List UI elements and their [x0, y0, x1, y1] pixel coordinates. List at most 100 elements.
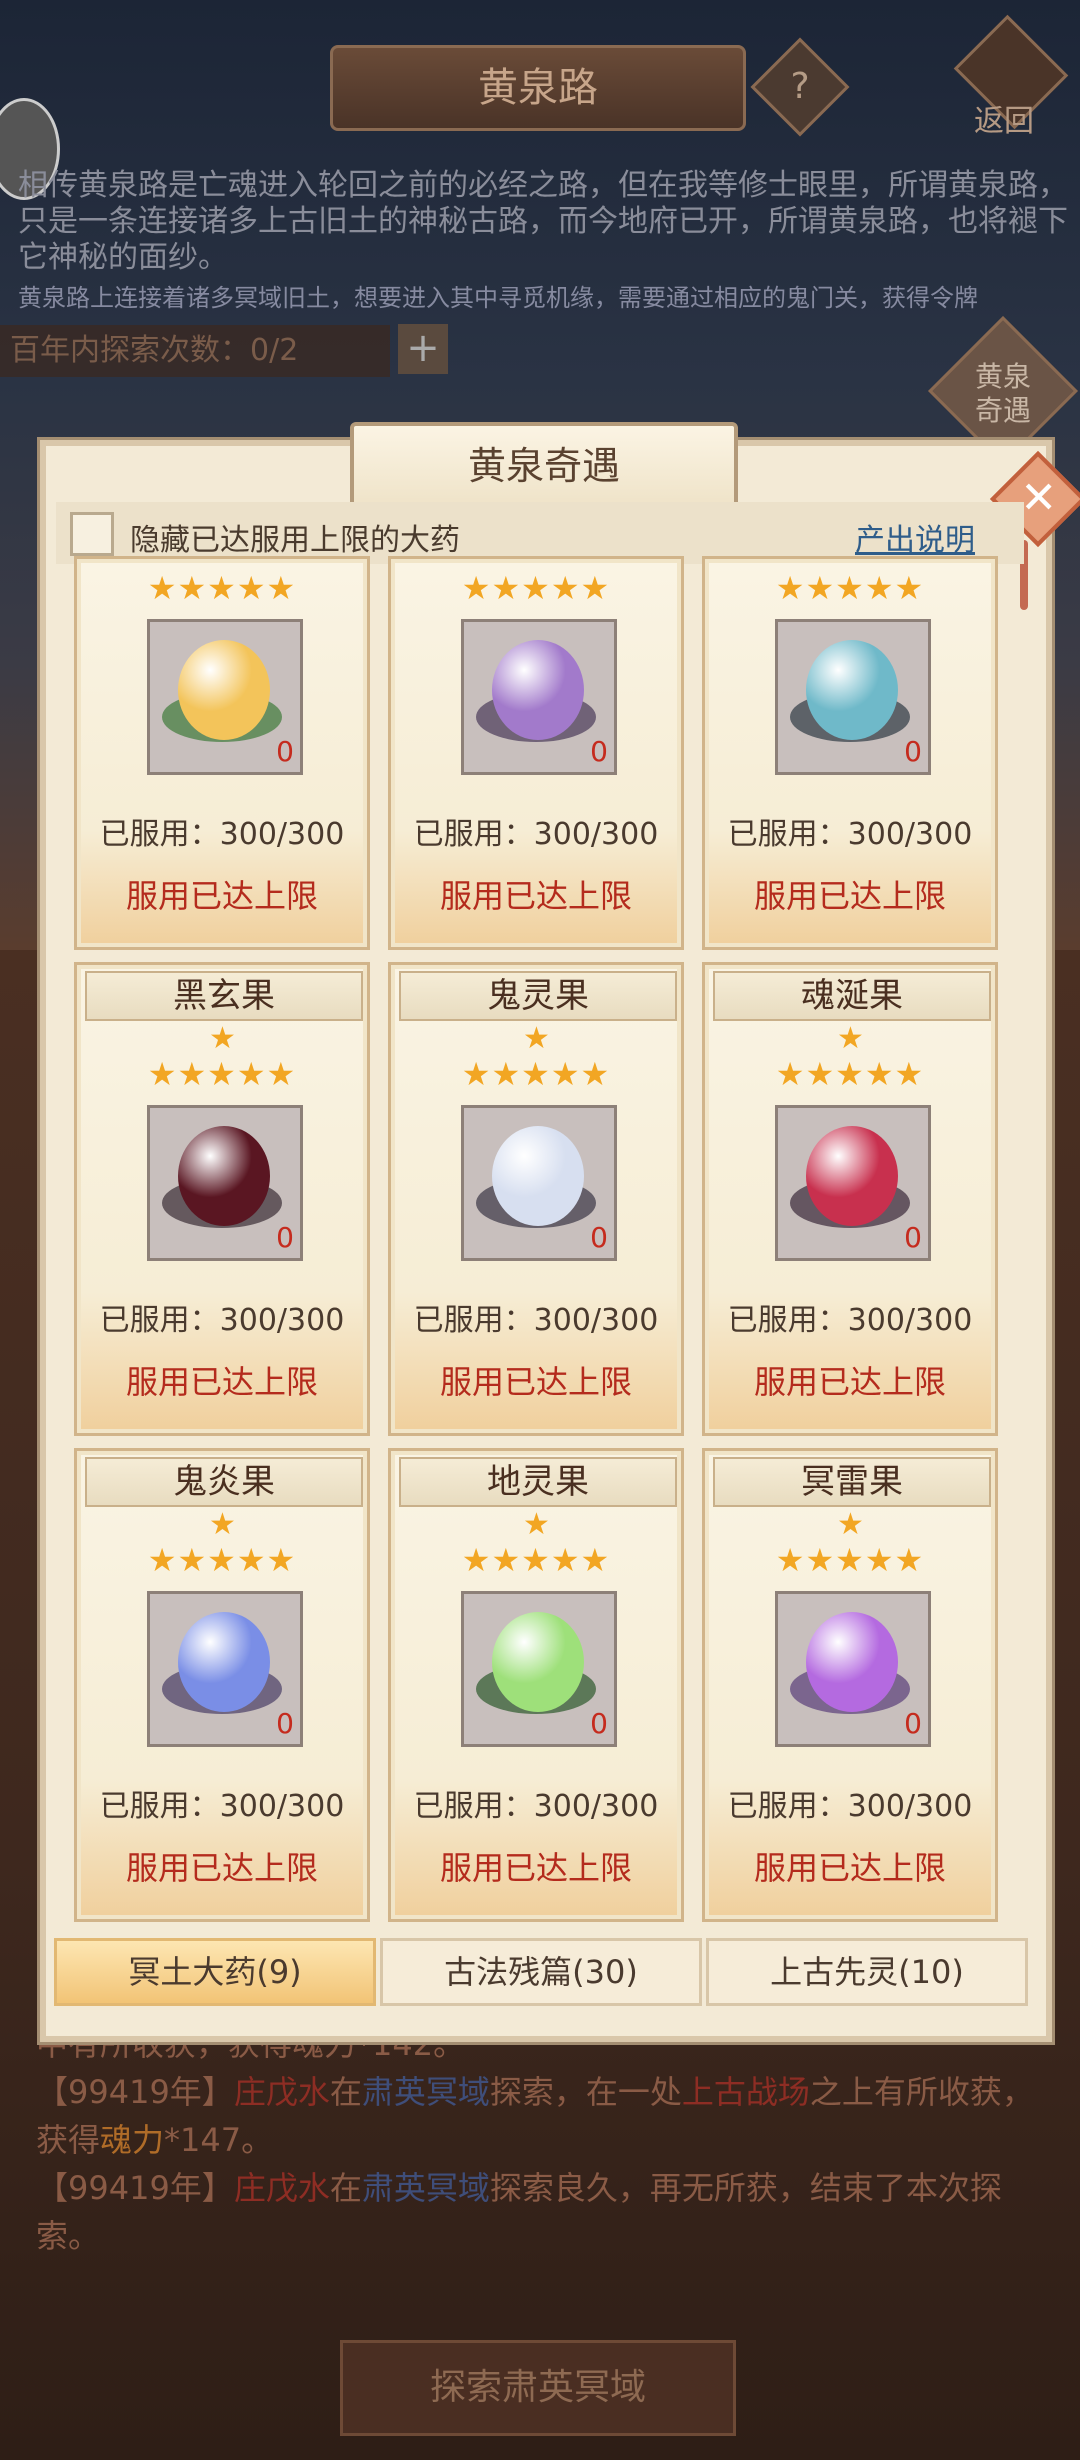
log-item: 魂力: [100, 2121, 165, 2159]
star-icon: ★: [209, 1021, 236, 1056]
intro-text: 相传黄泉路是亡魂进入轮回之前的必经之路，但在我等修士眼里，所谓黄泉路，只是一条连…: [18, 168, 1068, 275]
log-text: 探索，在一处: [489, 2073, 682, 2111]
item-card[interactable]: 鬼炎果 ★ ★★★★★ 0 已服用：300/300 服用已达上限: [74, 1448, 370, 1922]
limit-status: 服用已达上限: [439, 1363, 632, 1401]
fruit-icon: [178, 1126, 270, 1226]
limit-status: 服用已达上限: [753, 877, 946, 915]
encounter-button-label[interactable]: 黄泉奇遇: [968, 360, 1038, 428]
item-count: 0: [904, 1221, 922, 1254]
item-card[interactable]: ★★★★★ 0 已服用：300/300 服用已达上限: [388, 556, 684, 950]
item-count: 0: [590, 1707, 608, 1740]
item-count: 0: [590, 1221, 608, 1254]
item-count: 0: [276, 735, 294, 768]
item-name: 鬼炎果: [85, 1457, 363, 1507]
page-title: 黄泉路: [330, 45, 746, 131]
fruit-icon-frame[interactable]: 0: [461, 619, 617, 775]
fruit-icon: [178, 1612, 270, 1712]
limit-status: 服用已达上限: [439, 1849, 632, 1887]
star-icon: ★: [837, 1507, 864, 1542]
limit-status: 服用已达上限: [439, 877, 632, 915]
used-count: 已服用：300/300: [413, 1303, 659, 1338]
log-name: 庄戊水: [233, 2169, 330, 2207]
used-count: 已服用：300/300: [99, 817, 345, 852]
star-rating: ★★★★★: [461, 569, 611, 607]
tab-underworld-medicine[interactable]: 冥土大药(9): [54, 1938, 376, 2006]
fruit-icon: [806, 1126, 898, 1226]
limit-status: 服用已达上限: [125, 1363, 318, 1401]
limit-status: 服用已达上限: [753, 1363, 946, 1401]
star-icon: ★: [837, 1021, 864, 1056]
star-icon: ★: [523, 1507, 550, 1542]
explore-count: 百年内探索次数：0/2: [0, 325, 390, 377]
star-rating: ★★★★★: [775, 1541, 925, 1579]
fruit-icon: [492, 640, 584, 740]
item-card[interactable]: 冥雷果 ★ ★★★★★ 0 已服用：300/300 服用已达上限: [702, 1448, 998, 1922]
hide-maxed-label[interactable]: 隐藏已达服用上限的大药: [130, 515, 460, 559]
star-rating: ★★★★★: [147, 569, 297, 607]
log-year: 【99419年】: [36, 2073, 234, 2111]
log-line: 【99419年】庄戊水在肃英冥域探索，在一处上古战场之上有所收获，获得魂力*14…: [36, 2068, 1056, 2164]
fruit-icon-frame[interactable]: 0: [775, 1591, 931, 1747]
log-text: 在: [329, 2073, 362, 2111]
fruit-icon: [178, 640, 270, 740]
fruit-icon: [492, 1126, 584, 1226]
hide-maxed-checkbox[interactable]: [70, 512, 114, 556]
fruit-icon-frame[interactable]: 0: [147, 1591, 303, 1747]
back-label[interactable]: 返回: [974, 96, 1034, 140]
item-card[interactable]: 鬼灵果 ★ ★★★★★ 0 已服用：300/300 服用已达上限: [388, 962, 684, 1436]
limit-status: 服用已达上限: [125, 877, 318, 915]
item-card[interactable]: 黑玄果 ★ ★★★★★ 0 已服用：300/300 服用已达上限: [74, 962, 370, 1436]
fruit-icon-frame[interactable]: 0: [147, 619, 303, 775]
log-year: 【99419年】: [36, 2169, 234, 2207]
item-name: 鬼灵果: [399, 971, 677, 1021]
fruit-icon: [806, 640, 898, 740]
fruit-icon-frame[interactable]: 0: [775, 1105, 931, 1261]
item-count: 0: [276, 1221, 294, 1254]
limit-status: 服用已达上限: [125, 1849, 318, 1887]
fruit-icon-frame[interactable]: 0: [461, 1591, 617, 1747]
star-rating: ★★★★★: [147, 1055, 297, 1093]
item-name: 魂涎果: [713, 971, 991, 1021]
star-rating: ★★★★★: [775, 569, 925, 607]
tab-ancient-fragments[interactable]: 古法残篇(30): [380, 1938, 702, 2006]
add-count-button[interactable]: +: [398, 324, 448, 374]
item-card[interactable]: ★★★★★ 0 已服用：300/300 服用已达上限: [74, 556, 370, 950]
log-place: 肃英冥域: [361, 2073, 490, 2111]
used-count: 已服用：300/300: [727, 1789, 973, 1824]
used-count: 已服用：300/300: [99, 1303, 345, 1338]
log-line: 【99419年】庄戊水在肃英冥域探索良久，再无所获，结束了本次探索。: [36, 2164, 1056, 2260]
star-rating: ★★★★★: [775, 1055, 925, 1093]
item-card[interactable]: ★★★★★ 0 已服用：300/300 服用已达上限: [702, 556, 998, 950]
log-place: 肃英冥域: [361, 2169, 490, 2207]
item-card[interactable]: 魂涎果 ★ ★★★★★ 0 已服用：300/300 服用已达上限: [702, 962, 998, 1436]
star-rating: ★★★★★: [147, 1541, 297, 1579]
item-name: 地灵果: [399, 1457, 677, 1507]
limit-status: 服用已达上限: [753, 1849, 946, 1887]
explore-button[interactable]: 探索肃英冥域: [340, 2340, 736, 2436]
item-count: 0: [904, 1707, 922, 1740]
item-count: 0: [276, 1707, 294, 1740]
item-name: 冥雷果: [713, 1457, 991, 1507]
output-explanation-link[interactable]: 产出说明: [855, 515, 975, 559]
fruit-icon: [492, 1612, 584, 1712]
modal-title: 黄泉奇遇: [350, 422, 738, 510]
fruit-icon: [806, 1612, 898, 1712]
fruit-icon-frame[interactable]: 0: [147, 1105, 303, 1261]
used-count: 已服用：300/300: [99, 1789, 345, 1824]
log-site: 上古战场: [681, 2073, 810, 2111]
exploration-log: 中有所收获，获得魂力*142。 【99419年】庄戊水在肃英冥域探索，在一处上古…: [36, 2020, 1056, 2260]
star-icon: ★: [209, 1507, 236, 1542]
fruit-icon-frame[interactable]: 0: [775, 619, 931, 775]
fruit-icon-frame[interactable]: 0: [461, 1105, 617, 1261]
tab-ancient-spirits[interactable]: 上古先灵(10): [706, 1938, 1028, 2006]
question-icon: ?: [790, 66, 810, 107]
used-count: 已服用：300/300: [727, 817, 973, 852]
item-card[interactable]: 地灵果 ★ ★★★★★ 0 已服用：300/300 服用已达上限: [388, 1448, 684, 1922]
star-rating: ★★★★★: [461, 1055, 611, 1093]
star-icon: ★: [523, 1021, 550, 1056]
item-count: 0: [590, 735, 608, 768]
log-name: 庄戊水: [233, 2073, 330, 2111]
item-name: 黑玄果: [85, 971, 363, 1021]
log-text: 在: [329, 2169, 362, 2207]
intro-subtext: 黄泉路上连接着诸多冥域旧土，想要进入其中寻觅机缘，需要通过相应的鬼门关，获得令牌: [18, 284, 978, 312]
